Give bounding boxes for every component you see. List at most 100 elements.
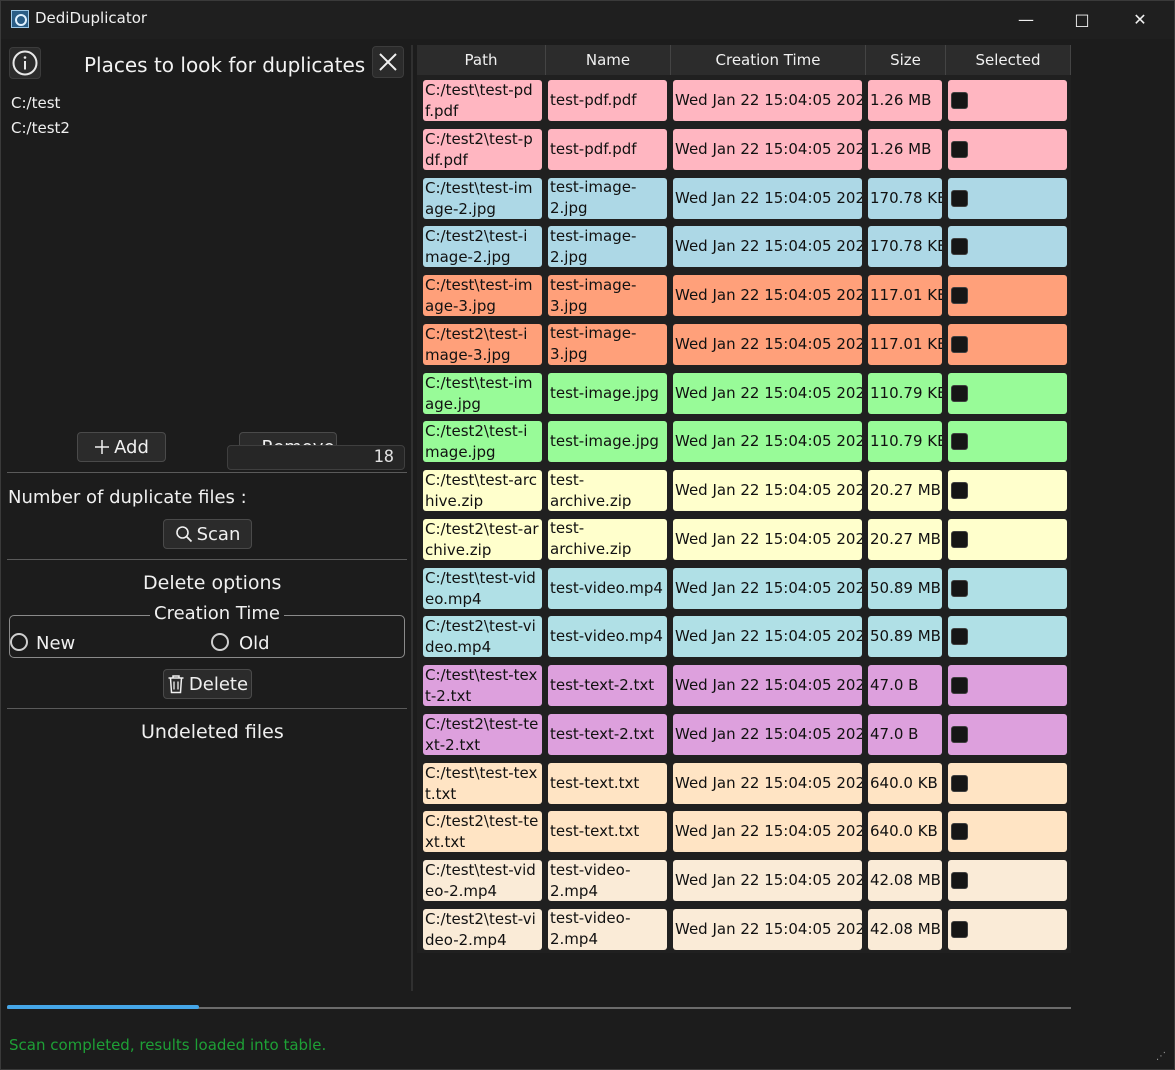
select-checkbox[interactable] (951, 725, 968, 743)
cell-name[interactable]: test-image-3.jpg (548, 275, 667, 316)
cell-name[interactable]: test-text.txt (548, 811, 667, 853)
cell-name[interactable]: test-archive.zip (548, 518, 667, 560)
cell-size[interactable]: 640.0 KB (868, 811, 942, 853)
column-header-creation-time[interactable]: Creation Time (671, 45, 866, 75)
add-button[interactable]: Add (77, 432, 166, 462)
cell-name[interactable]: test-text-2.txt (548, 665, 667, 706)
cell-size[interactable]: 50.89 MB (868, 616, 942, 658)
select-checkbox[interactable] (951, 482, 968, 499)
select-checkbox[interactable] (951, 140, 968, 158)
cell-name[interactable]: test-pdf.pdf (548, 80, 667, 121)
scan-button[interactable]: Scan (163, 519, 252, 549)
cell-size[interactable]: 20.27 MB (868, 518, 942, 560)
select-checkbox[interactable] (951, 677, 968, 694)
cell-size[interactable]: 170.78 KB (868, 177, 942, 219)
close-window-button[interactable]: ✕ (1125, 7, 1155, 33)
cell-path[interactable]: C:/test\test-text-2.txt (423, 665, 542, 706)
cell-name[interactable]: test-video.mp4 (548, 567, 667, 609)
column-header-selected[interactable]: Selected (946, 45, 1071, 75)
cell-path[interactable]: C:/test\test-image-2.jpg (423, 177, 542, 219)
select-checkbox[interactable] (951, 287, 968, 304)
column-header-size[interactable]: Size (866, 45, 946, 75)
select-checkbox[interactable] (951, 433, 968, 451)
cell-time[interactable]: Wed Jan 22 15:04:05 2025 (673, 518, 862, 560)
cell-time[interactable]: Wed Jan 22 15:04:05 2025 (673, 811, 862, 853)
radio-old[interactable] (211, 633, 229, 651)
cell-path[interactable]: C:/test\test-pdf.pdf (423, 80, 542, 121)
select-checkbox[interactable] (951, 872, 968, 889)
cell-path[interactable]: C:/test\test-video.mp4 (423, 567, 542, 609)
column-header-name[interactable]: Name (546, 45, 671, 75)
cell-size[interactable]: 170.78 KB (868, 226, 942, 268)
cell-size[interactable]: 117.01 KB (868, 323, 942, 365)
cell-size[interactable]: 110.79 KB (868, 421, 942, 463)
radio-new-label[interactable]: New (36, 633, 75, 654)
cell-size[interactable]: 47.0 B (868, 665, 942, 706)
cell-size[interactable]: 47.0 B (868, 713, 942, 755)
cell-path[interactable]: C:/test2\test-video.mp4 (423, 616, 542, 658)
cell-time[interactable]: Wed Jan 22 15:04:05 2025 (673, 323, 862, 365)
cell-size[interactable]: 42.08 MB (868, 908, 942, 950)
cell-size[interactable]: 110.79 KB (868, 372, 942, 414)
cell-size[interactable]: 50.89 MB (868, 567, 942, 609)
radio-new[interactable] (10, 633, 28, 651)
cell-size[interactable]: 42.08 MB (868, 860, 942, 901)
select-checkbox[interactable] (951, 335, 968, 353)
cell-path[interactable]: C:/test\test-video-2.mp4 (423, 860, 542, 901)
cell-name[interactable]: test-pdf.pdf (548, 128, 667, 170)
cell-path[interactable]: C:/test2\test-text-2.txt (423, 713, 542, 755)
cell-time[interactable]: Wed Jan 22 15:04:05 2025 (673, 372, 862, 414)
select-checkbox[interactable] (951, 238, 968, 256)
cell-path[interactable]: C:/test2\test-image-2.jpg (423, 226, 542, 268)
cell-size[interactable]: 117.01 KB (868, 275, 942, 316)
select-checkbox[interactable] (951, 823, 968, 841)
select-checkbox[interactable] (951, 189, 968, 207)
minimize-button[interactable]: — (1011, 7, 1041, 33)
resize-grip-icon[interactable]: ⋰ (1156, 1051, 1168, 1063)
select-checkbox[interactable] (951, 384, 968, 402)
info-button[interactable] (9, 47, 41, 79)
column-header-path[interactable]: Path (417, 45, 546, 75)
cell-name[interactable]: test-image.jpg (548, 372, 667, 414)
cell-time[interactable]: Wed Jan 22 15:04:05 2025 (673, 567, 862, 609)
cell-path[interactable]: C:/test2\test-archive.zip (423, 518, 542, 560)
close-panel-button[interactable] (372, 46, 404, 78)
cell-size[interactable]: 640.0 KB (868, 762, 942, 804)
cell-name[interactable]: test-image-2.jpg (548, 226, 667, 268)
cell-name[interactable]: test-video-2.mp4 (548, 908, 667, 950)
cell-name[interactable]: test-image-3.jpg (548, 323, 667, 365)
select-checkbox[interactable] (951, 530, 968, 548)
cell-path[interactable]: C:/test\test-archive.zip (423, 470, 542, 511)
cell-path[interactable]: C:/test2\test-video-2.mp4 (423, 908, 542, 950)
cell-name[interactable]: test-text-2.txt (548, 713, 667, 755)
cell-path[interactable]: C:/test2\test-pdf.pdf (423, 128, 542, 170)
select-checkbox[interactable] (951, 774, 968, 792)
cell-time[interactable]: Wed Jan 22 15:04:05 2025 (673, 80, 862, 121)
folder-item[interactable]: C:/test2 (11, 116, 70, 141)
cell-time[interactable]: Wed Jan 22 15:04:05 2025 (673, 616, 862, 658)
maximize-button[interactable]: □ (1067, 7, 1097, 33)
select-checkbox[interactable] (951, 92, 968, 109)
cell-name[interactable]: test-image.jpg (548, 421, 667, 463)
cell-time[interactable]: Wed Jan 22 15:04:05 2025 (673, 762, 862, 804)
cell-path[interactable]: C:/test\test-image.jpg (423, 372, 542, 414)
cell-path[interactable]: C:/test2\test-image-3.jpg (423, 323, 542, 365)
select-checkbox[interactable] (951, 628, 968, 646)
cell-name[interactable]: test-image-2.jpg (548, 177, 667, 219)
cell-time[interactable]: Wed Jan 22 15:04:05 2025 (673, 226, 862, 268)
cell-time[interactable]: Wed Jan 22 15:04:05 2025 (673, 128, 862, 170)
cell-time[interactable]: Wed Jan 22 15:04:05 2025 (673, 421, 862, 463)
cell-time[interactable]: Wed Jan 22 15:04:05 2025 (673, 908, 862, 950)
cell-path[interactable]: C:/test\test-text.txt (423, 762, 542, 804)
select-checkbox[interactable] (951, 579, 968, 597)
cell-time[interactable]: Wed Jan 22 15:04:05 2025 (673, 860, 862, 901)
cell-name[interactable]: test-text.txt (548, 762, 667, 804)
cell-size[interactable]: 1.26 MB (868, 128, 942, 170)
cell-path[interactable]: C:/test2\test-image.jpg (423, 421, 542, 463)
cell-path[interactable]: C:/test2\test-text.txt (423, 811, 542, 853)
splitter-handle[interactable] (411, 45, 413, 991)
cell-name[interactable]: test-video.mp4 (548, 616, 667, 658)
cell-name[interactable]: test-video-2.mp4 (548, 860, 667, 901)
cell-size[interactable]: 20.27 MB (868, 470, 942, 511)
select-checkbox[interactable] (951, 920, 968, 938)
